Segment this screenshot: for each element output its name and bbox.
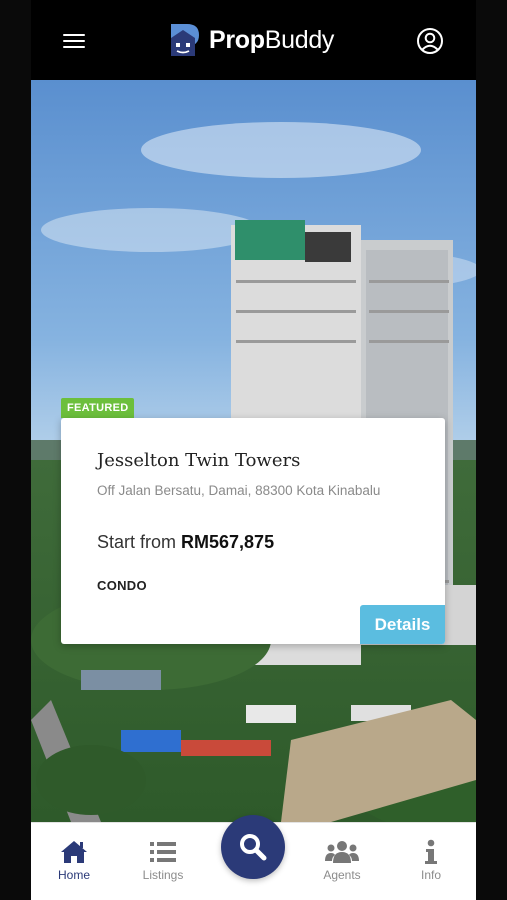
search-icon [240, 834, 267, 861]
property-price: Start from RM567,875 [97, 532, 275, 552]
nav-info-label: Info [420, 868, 441, 882]
home-icon [61, 841, 87, 863]
app-name: PropBuddy [209, 25, 335, 54]
hamburger-menu-icon[interactable] [63, 30, 87, 52]
bottom-navigation: Home Listings Agents Info [31, 815, 476, 900]
info-icon [425, 839, 437, 864]
list-icon [150, 842, 176, 862]
users-icon [325, 841, 359, 863]
nav-listings[interactable]: Listings [128, 839, 198, 882]
user-circle-icon[interactable] [416, 27, 444, 55]
property-address: Off Jalan Bersatu, Damai, 88300 Kota Kin… [97, 483, 381, 498]
search-button[interactable] [221, 815, 285, 879]
nav-agents[interactable]: Agents [307, 839, 377, 882]
nav-home-label: Home [57, 868, 90, 882]
nav-home[interactable]: Home [39, 839, 109, 882]
nav-agents-label: Agents [323, 868, 361, 882]
property-type: CONDO [97, 578, 147, 593]
nav-listings-label: Listings [142, 868, 184, 882]
nav-info[interactable]: Info [396, 839, 466, 882]
brand-logo: PropBuddy [167, 22, 334, 58]
property-title: Jesselton Twin Towers [97, 450, 301, 471]
featured-property-image: FEATURED Jesselton Twin Towers Off Jalan… [31, 80, 476, 822]
propbuddy-logo-icon [171, 24, 199, 56]
app-screen: PropBuddy FEATURED Jesselton Twin Towers… [31, 0, 476, 900]
top-app-bar: PropBuddy [31, 0, 476, 80]
featured-badge: FEATURED [61, 398, 135, 418]
details-button[interactable]: Details [360, 605, 445, 644]
featured-property-card[interactable]: Jesselton Twin Towers Off Jalan Bersatu,… [61, 418, 445, 644]
